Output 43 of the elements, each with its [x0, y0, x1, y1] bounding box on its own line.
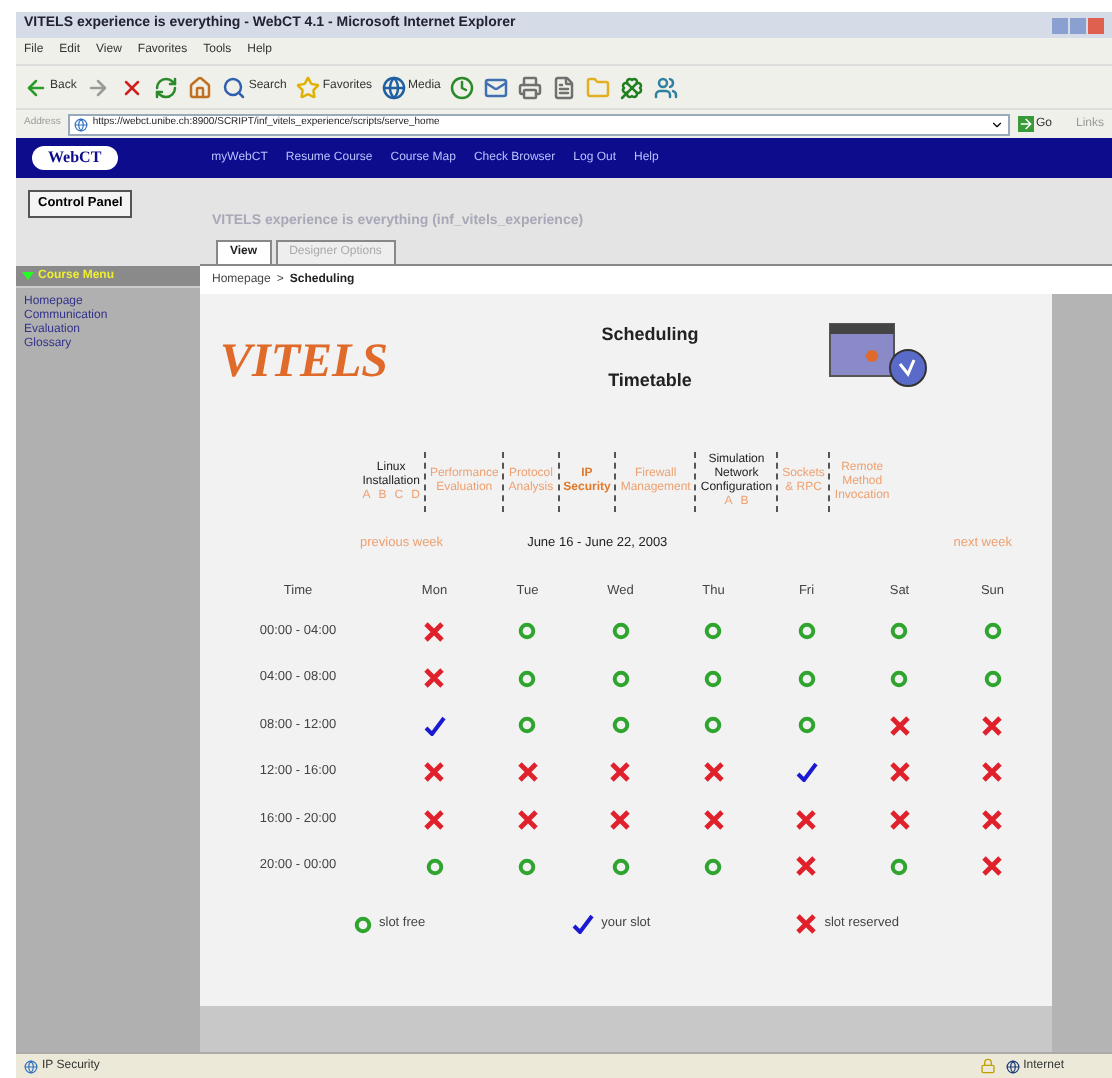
page-heading: Scheduling [601, 322, 699, 348]
column-divider [423, 452, 426, 512]
globe-icon [1005, 1059, 1020, 1073]
toolbar-button[interactable] [188, 75, 213, 99]
close-button[interactable] [1088, 17, 1104, 33]
people-icon [654, 75, 679, 99]
column-divider [694, 452, 697, 512]
dropdown-icon [989, 117, 1004, 131]
toolbar-button[interactable] [552, 75, 577, 99]
toolbar-button[interactable] [484, 75, 509, 99]
page-icon [24, 1059, 38, 1073]
column-divider [502, 452, 505, 512]
toolbar-button[interactable] [154, 75, 179, 99]
home-icon [188, 75, 213, 99]
webct-logo[interactable]: WebCT [32, 146, 118, 170]
column-divider [557, 452, 560, 512]
column-divider [828, 452, 831, 512]
clock-icon [450, 75, 475, 99]
document-icon [552, 75, 577, 99]
lock-icon [979, 1058, 996, 1074]
calendar-clock-icon [828, 322, 928, 390]
vitels-logo: VITELS [220, 334, 391, 392]
toolbar-button[interactable] [518, 75, 543, 99]
star-icon [296, 75, 321, 99]
printer-icon [518, 75, 543, 99]
column-divider [614, 452, 617, 512]
stop-icon [120, 75, 145, 99]
toolbar-button[interactable] [86, 75, 111, 99]
forward-icon [86, 75, 111, 99]
page-subheading: Timetable [608, 367, 692, 393]
back-icon [24, 75, 48, 99]
page-icon [74, 117, 89, 131]
mail-icon [484, 75, 509, 99]
toolbar-button[interactable] [654, 75, 679, 99]
toolbar-button[interactable] [120, 75, 145, 99]
toolbar-button[interactable] [450, 75, 475, 99]
search-icon [222, 75, 247, 99]
folder-icon [586, 75, 611, 99]
toolbar-button[interactable] [620, 75, 645, 99]
globe-icon [382, 75, 407, 99]
clover-icon [620, 75, 645, 99]
column-divider [776, 452, 779, 512]
refresh-icon [154, 75, 179, 99]
